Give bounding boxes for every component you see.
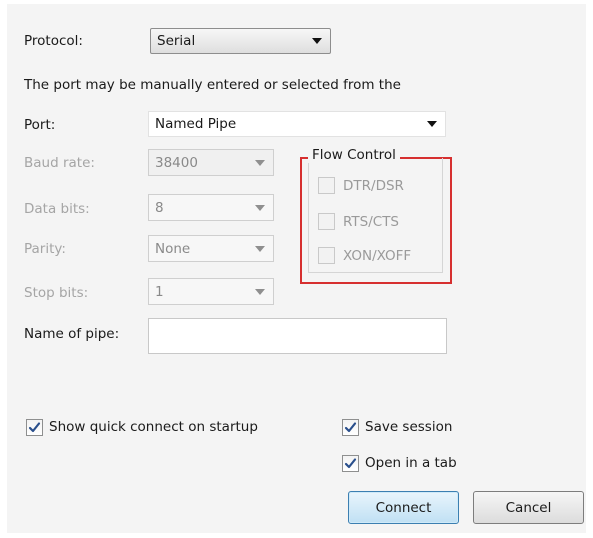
port-label: Port: <box>24 117 56 133</box>
save-session-checkbox[interactable] <box>342 419 359 436</box>
pipe-name-input[interactable] <box>148 318 447 354</box>
check-icon <box>28 422 41 433</box>
parity-select[interactable]: None <box>148 235 274 262</box>
open-in-tab-checkbox[interactable] <box>342 455 359 472</box>
port-select[interactable]: Named Pipe <box>148 111 446 137</box>
show-quick-connect-checkbox[interactable] <box>26 419 43 436</box>
rts-cts-label: RTS/CTS <box>343 214 400 230</box>
check-icon <box>344 422 357 433</box>
chevron-down-icon <box>419 121 445 127</box>
dtr-dsr-checkbox[interactable] <box>318 177 335 194</box>
chevron-down-icon <box>247 288 273 295</box>
parity-label: Parity: <box>24 241 66 257</box>
stop-bits-label: Stop bits: <box>24 285 89 301</box>
dtr-dsr-label: DTR/DSR <box>343 178 404 194</box>
chevron-down-icon <box>247 204 273 211</box>
xon-xoff-checkbox[interactable] <box>318 247 335 264</box>
chevron-down-icon <box>304 38 330 44</box>
data-bits-label: Data bits: <box>24 201 90 217</box>
flow-control-title: Flow Control <box>308 147 400 163</box>
check-icon <box>344 458 357 469</box>
xon-xoff-label: XON/XOFF <box>343 248 412 264</box>
protocol-label: Protocol: <box>24 33 83 49</box>
port-value: Named Pipe <box>155 116 237 132</box>
connect-button[interactable]: Connect <box>348 491 459 524</box>
show-quick-connect-label: Show quick connect on startup <box>49 419 258 435</box>
chevron-down-icon <box>247 245 273 252</box>
baud-rate-label: Baud rate: <box>24 155 95 171</box>
pipe-name-label: Name of pipe: <box>24 326 120 342</box>
parity-value: None <box>155 240 191 257</box>
open-in-tab-label: Open in a tab <box>365 455 457 471</box>
protocol-select[interactable]: Serial <box>150 28 331 54</box>
baud-rate-value: 38400 <box>155 154 198 171</box>
save-session-label: Save session <box>365 419 453 435</box>
data-bits-select[interactable]: 8 <box>148 194 274 221</box>
cancel-button[interactable]: Cancel <box>473 491 584 524</box>
data-bits-value: 8 <box>155 199 164 216</box>
protocol-value: Serial <box>157 33 196 49</box>
rts-cts-checkbox[interactable] <box>318 213 335 230</box>
port-hint-text: The port may be manually entered or sele… <box>24 77 401 93</box>
stop-bits-select[interactable]: 1 <box>148 278 274 305</box>
stop-bits-value: 1 <box>155 283 164 300</box>
chevron-down-icon <box>247 159 273 166</box>
baud-rate-select[interactable]: 38400 <box>148 149 274 176</box>
